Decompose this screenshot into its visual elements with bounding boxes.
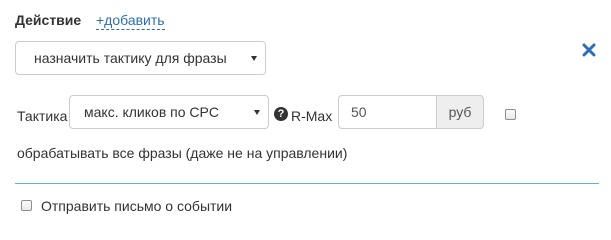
rmax-input[interactable]: [338, 95, 437, 129]
tactic-label: Тактика: [17, 108, 68, 124]
divider: [15, 183, 599, 184]
chevron-down-icon: [251, 55, 257, 61]
currency-addon: руб: [436, 95, 484, 129]
all-phrases-checkbox[interactable]: [505, 109, 516, 120]
chevron-down-icon: [254, 109, 260, 115]
action-select[interactable]: назначить тактику для фразы: [15, 41, 266, 75]
tactic-select-value: макс. кликов по CPC: [84, 104, 219, 120]
question-circle-icon[interactable]: ?: [274, 107, 288, 121]
tactic-select[interactable]: макс. кликов по CPC: [69, 95, 269, 129]
close-icon[interactable]: [582, 43, 596, 57]
action-select-value: назначить тактику для фразы: [34, 50, 227, 66]
all-phrases-label: обрабатывать все фразы (даже не на управ…: [17, 145, 348, 161]
rmax-label: R-Max: [291, 108, 333, 124]
email-notify-checkbox[interactable]: [21, 200, 32, 211]
section-title: Действие: [15, 12, 82, 28]
email-notify-label[interactable]: Отправить письмо о событии: [41, 198, 232, 214]
add-action-link[interactable]: +добавить: [96, 12, 165, 30]
